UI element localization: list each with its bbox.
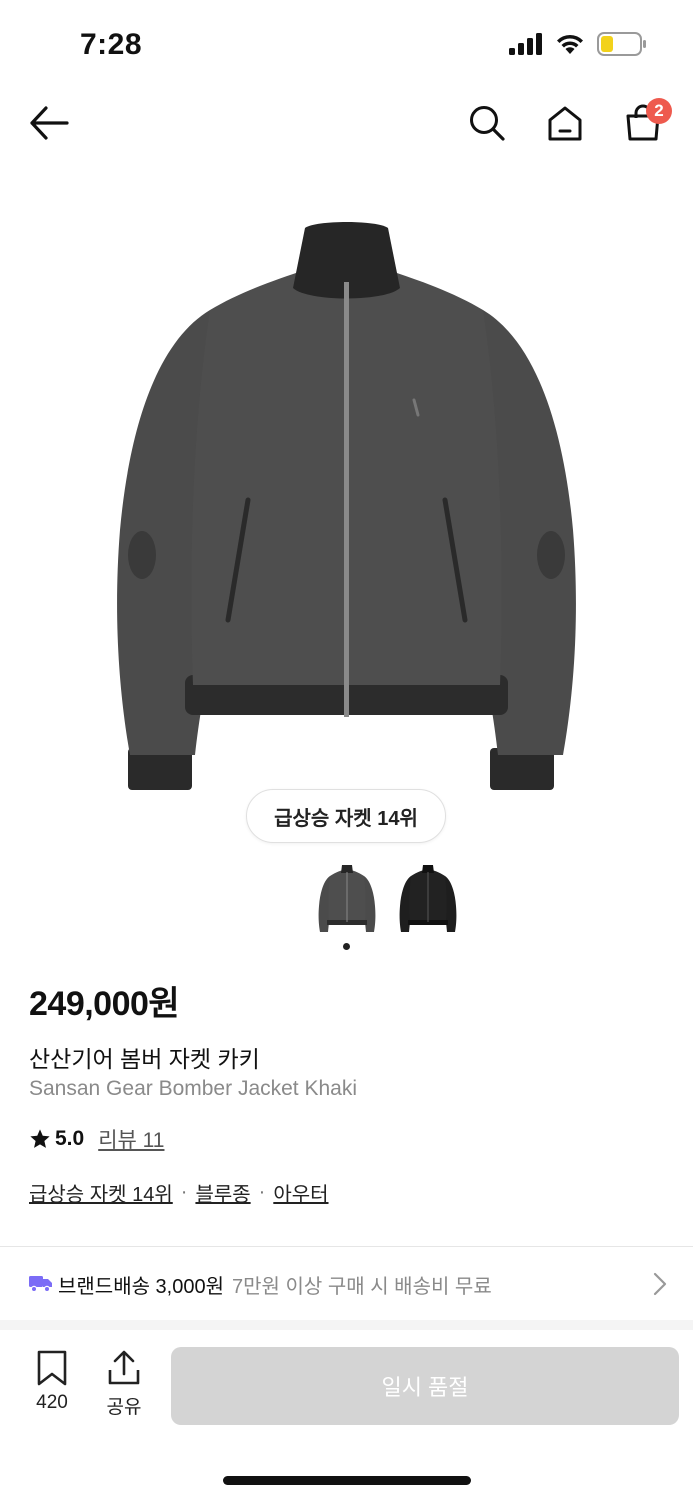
delivery-fee: 브랜드배송 3,000원 [58,1276,225,1298]
product-name-en: Sansan Gear Bomber Jacket Khaki [29,1077,358,1100]
review-link[interactable]: 리뷰 11 [98,1124,164,1154]
status-icons [509,32,647,56]
bookmark-button[interactable]: 420 [22,1350,82,1414]
share-button[interactable]: 공유 [94,1350,154,1419]
jacket-illustration [117,222,576,790]
cart-count-badge: 2 [646,98,672,124]
share-icon [108,1350,140,1385]
status-time: 7:28 [80,28,143,61]
tag-outer[interactable]: 아우터 [273,1178,328,1207]
delivery-free-condition: 7만원 이상 구매 시 배송비 무료 [232,1276,492,1298]
bottom-action-bar: 420 공유 일시 품절 [0,1330,693,1440]
rating-score: 5.0 [55,1127,85,1150]
jacket-thumbnail-black [399,865,457,932]
tag-separator: · [258,1181,266,1203]
share-label: 공유 [106,1397,142,1418]
category-tags: 급상승 자켓 14위 · 블루종 · 아우터 [29,1178,329,1207]
sold-out-button[interactable]: 일시 품절 [171,1347,679,1425]
wifi-icon [557,34,583,54]
delivery-text: 브랜드배송 3,000원 7만원 이상 구매 시 배송비 무료 [58,1270,492,1299]
delivery-truck-icon [29,1276,52,1293]
thumbnail-khaki[interactable] [316,864,378,936]
rank-chip[interactable]: 급상승 자켓 14위 [246,789,446,843]
jacket-thumbnail-khaki [318,865,376,932]
status-bar: 7:28 [0,0,693,90]
rating-row: 5.0 리뷰 11 [29,1124,164,1154]
search-button[interactable] [464,100,510,146]
search-icon [470,106,505,141]
star-icon [30,1129,50,1148]
product-image[interactable] [100,210,593,810]
battery-icon [597,32,646,56]
product-price: 249,000원 [29,985,180,1023]
tag-blouson[interactable]: 블루종 [195,1178,250,1207]
section-divider [0,1246,693,1247]
thumbnail-indicator-dot [343,943,350,950]
tag-separator: · [180,1181,188,1203]
product-name-ko: 산산기어 봄버 자켓 카키 [29,1046,260,1072]
cellular-signal-icon [509,33,542,55]
home-button[interactable] [542,100,588,146]
tag-rank[interactable]: 급상승 자켓 14위 [29,1178,173,1207]
cart-button[interactable]: 2 [620,98,672,146]
section-gap [0,1320,693,1330]
nav-bar: 2 [0,90,693,160]
back-button[interactable] [26,100,72,146]
delivery-info-row[interactable]: 브랜드배송 3,000원 7만원 이상 구매 시 배송비 무료 [0,1256,693,1312]
zipper [344,282,349,717]
bookmark-count: 420 [36,1392,68,1413]
chevron-right-icon [653,1272,667,1296]
back-arrow-icon [30,106,69,140]
home-indicator [223,1476,471,1485]
thumbnail-black[interactable] [397,864,459,936]
home-icon [548,106,582,141]
thumbnail-strip [0,864,693,954]
bookmark-icon [37,1350,67,1386]
